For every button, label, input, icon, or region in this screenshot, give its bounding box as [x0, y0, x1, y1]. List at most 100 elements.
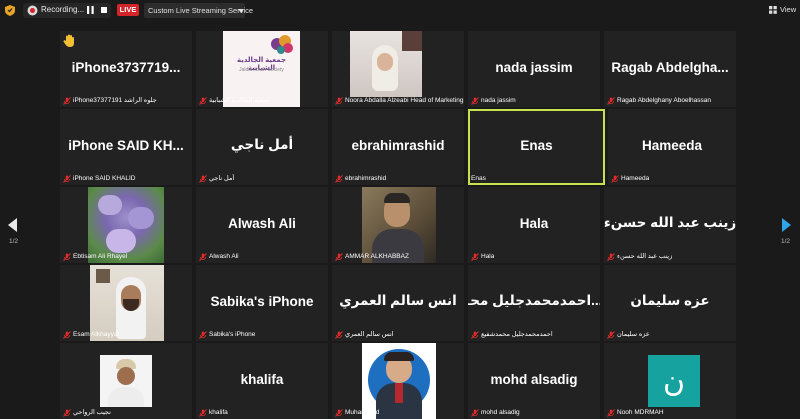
flower-logo-icon	[271, 35, 293, 54]
participant-tile[interactable]: ebrahimrashid ebrahimrashid	[332, 109, 464, 185]
participant-label: khalifa	[199, 408, 228, 417]
active-speaker-tile[interactable]: Enas Enas	[468, 109, 605, 185]
participant-tile[interactable]: Esam Alkhayyat	[60, 265, 192, 341]
participant-tile[interactable]: iPhone3737719... iPhone37377191 جلوه الر…	[60, 31, 192, 107]
participant-label: Alwash Ali	[199, 252, 239, 261]
grid-view-icon	[769, 6, 777, 14]
participant-label: Esam Alkhayyat	[63, 330, 119, 339]
mic-muted-icon	[199, 96, 207, 105]
flower-cluster	[128, 207, 154, 229]
mic-muted-icon	[199, 408, 207, 417]
participant-label-text: Alwash Ali	[209, 253, 239, 260]
participant-label-text: ebrahimrashid	[345, 175, 387, 182]
person-hair	[384, 352, 414, 361]
mic-muted-icon	[611, 174, 619, 183]
participant-label-text: Nooh MDRMAH	[617, 409, 664, 416]
mic-muted-icon	[607, 408, 615, 417]
participant-label-text: mohd alsadig	[481, 409, 520, 416]
logo-english-text: Jaldia Youth Society	[239, 67, 284, 73]
participant-tile[interactable]: Hala Hala	[468, 187, 600, 263]
participant-label-text: AMMAR ALKHABBAZ	[345, 253, 409, 260]
mic-muted-icon	[63, 408, 71, 417]
previous-page-arrow-icon[interactable]	[8, 218, 17, 232]
participant-label-text: Sabika's iPhone	[209, 331, 256, 338]
participant-label-text: أمل ناجي	[209, 175, 235, 182]
participant-label: ebrahimrashid	[335, 174, 386, 183]
participant-tile[interactable]: Alwash Ali Alwash Ali	[196, 187, 328, 263]
video-feed	[350, 31, 422, 97]
participant-tile[interactable]: Sabika's iPhone Sabika's iPhone	[196, 265, 328, 341]
participant-label-text: نجيب الرواحي	[73, 409, 111, 416]
participant-tile[interactable]: khalifa khalifa	[196, 343, 328, 419]
mic-muted-icon	[199, 252, 207, 261]
participant-tile[interactable]: عزه سليمان عزه سليمان	[604, 265, 736, 341]
participant-tile[interactable]: ن Nooh MDRMAH	[604, 343, 736, 419]
participant-label-text: iPhone37377191 جلوه الراشد	[73, 97, 157, 104]
top-toolbar: Recording... LIVE Custom Live Streaming …	[0, 0, 800, 22]
participant-label-text: Hala	[481, 253, 495, 260]
security-shield-icon[interactable]	[5, 5, 15, 16]
participant-label: انس سالم العمري	[335, 330, 394, 339]
participant-label: Enas	[471, 174, 486, 183]
next-page-arrow-icon[interactable]	[782, 218, 791, 232]
participant-name: Enas	[520, 137, 553, 153]
mic-muted-icon	[335, 408, 343, 417]
participant-tile[interactable]: iPhone SAID KH... iPhone SAID KHALID	[60, 109, 192, 185]
participant-label-text: انس سالم العمري	[345, 331, 394, 338]
participant-label: Ragab Abdelghany Aboelhassan	[607, 96, 711, 105]
participant-label: Nooh MDRMAH	[607, 408, 664, 417]
participant-label-text: iPhone SAID KHALID	[73, 175, 136, 182]
participant-tile[interactable]: احمدمحمدجليل محـ... احمدمحمدجليل محمدشفي…	[468, 265, 600, 341]
profile-photo	[100, 355, 152, 407]
participant-tile[interactable]: nada jassim nada jassim	[468, 31, 600, 107]
chevron-down-icon	[238, 9, 244, 13]
person-tie	[395, 383, 403, 403]
participant-tile[interactable]: Ragab Abdelgha... Ragab Abdelghany Aboel…	[604, 31, 736, 107]
mic-muted-icon	[63, 252, 71, 261]
participant-label: زينب عبد الله حسنء	[607, 252, 672, 261]
participant-tile[interactable]: Hameeda Hameeda	[608, 109, 736, 185]
participant-tile[interactable]: نجيب الرواحي	[60, 343, 192, 419]
participant-label-text: زينب عبد الله حسنء	[617, 253, 673, 260]
participant-label: نجيب الرواحي	[63, 408, 111, 417]
mic-muted-icon	[607, 330, 615, 339]
person-hair	[384, 193, 410, 203]
participant-label: Sabika's iPhone	[199, 330, 255, 339]
participant-label: جمعية الجالدية الشبابية	[199, 96, 270, 105]
participant-label: Hala	[471, 252, 494, 261]
live-badge[interactable]: LIVE	[117, 4, 139, 16]
participant-tile[interactable]: أمل ناجي أمل ناجي	[196, 109, 328, 185]
participant-label: Muhammad	[335, 408, 379, 417]
view-label: View	[780, 5, 797, 14]
participant-label: mohd alsadig	[471, 408, 520, 417]
mic-muted-icon	[63, 330, 71, 339]
mic-muted-icon	[335, 174, 343, 183]
participant-tile[interactable]: انس سالم العمري انس سالم العمري	[332, 265, 464, 341]
participant-label-text: Esam Alkhayyat	[73, 331, 120, 338]
participant-label-text: عزه سليمان	[617, 331, 650, 338]
wall-picture	[96, 269, 110, 283]
participant-tile[interactable]: mohd alsadig mohd alsadig	[468, 343, 600, 419]
participant-label-text: khalifa	[209, 409, 228, 416]
person-face	[117, 367, 135, 385]
participant-label: Ebtisam Ali Rhayel	[63, 252, 127, 261]
participant-tile[interactable]: Muhammad	[332, 343, 464, 419]
mic-muted-icon	[63, 174, 71, 183]
mic-muted-icon	[607, 96, 615, 105]
stop-recording-button[interactable]	[101, 7, 107, 13]
participant-tile[interactable]: AMMAR ALKHABBAZ	[332, 187, 464, 263]
participant-label-text: Hameeda	[621, 175, 650, 182]
participant-tile[interactable]: جمعية الجالدية الشبابية Jaldia Youth Soc…	[196, 31, 328, 107]
participant-tile[interactable]: Ebtisam Ali Rhayel	[60, 187, 192, 263]
participant-label-text: Ebtisam Ali Rhayel	[73, 253, 128, 260]
mic-muted-icon	[607, 252, 615, 261]
participant-label: iPhone37377191 جلوه الراشد	[63, 96, 157, 105]
participant-tile[interactable]: زينب عبد الله حسنء زينب عبد الله حسنء	[604, 187, 736, 263]
participant-tile[interactable]: Noora Abdalla Alzeabi Head of Marketing	[332, 31, 464, 107]
participant-label-text: Noora Abdalla Alzeabi Head of Marketing	[345, 97, 464, 104]
letter-avatar: ن	[648, 355, 700, 407]
page-indicator-right: 1/2	[781, 238, 791, 245]
pause-recording-button[interactable]	[87, 6, 94, 14]
mic-muted-icon	[63, 96, 71, 105]
participant-label: nada jassim	[471, 96, 516, 105]
